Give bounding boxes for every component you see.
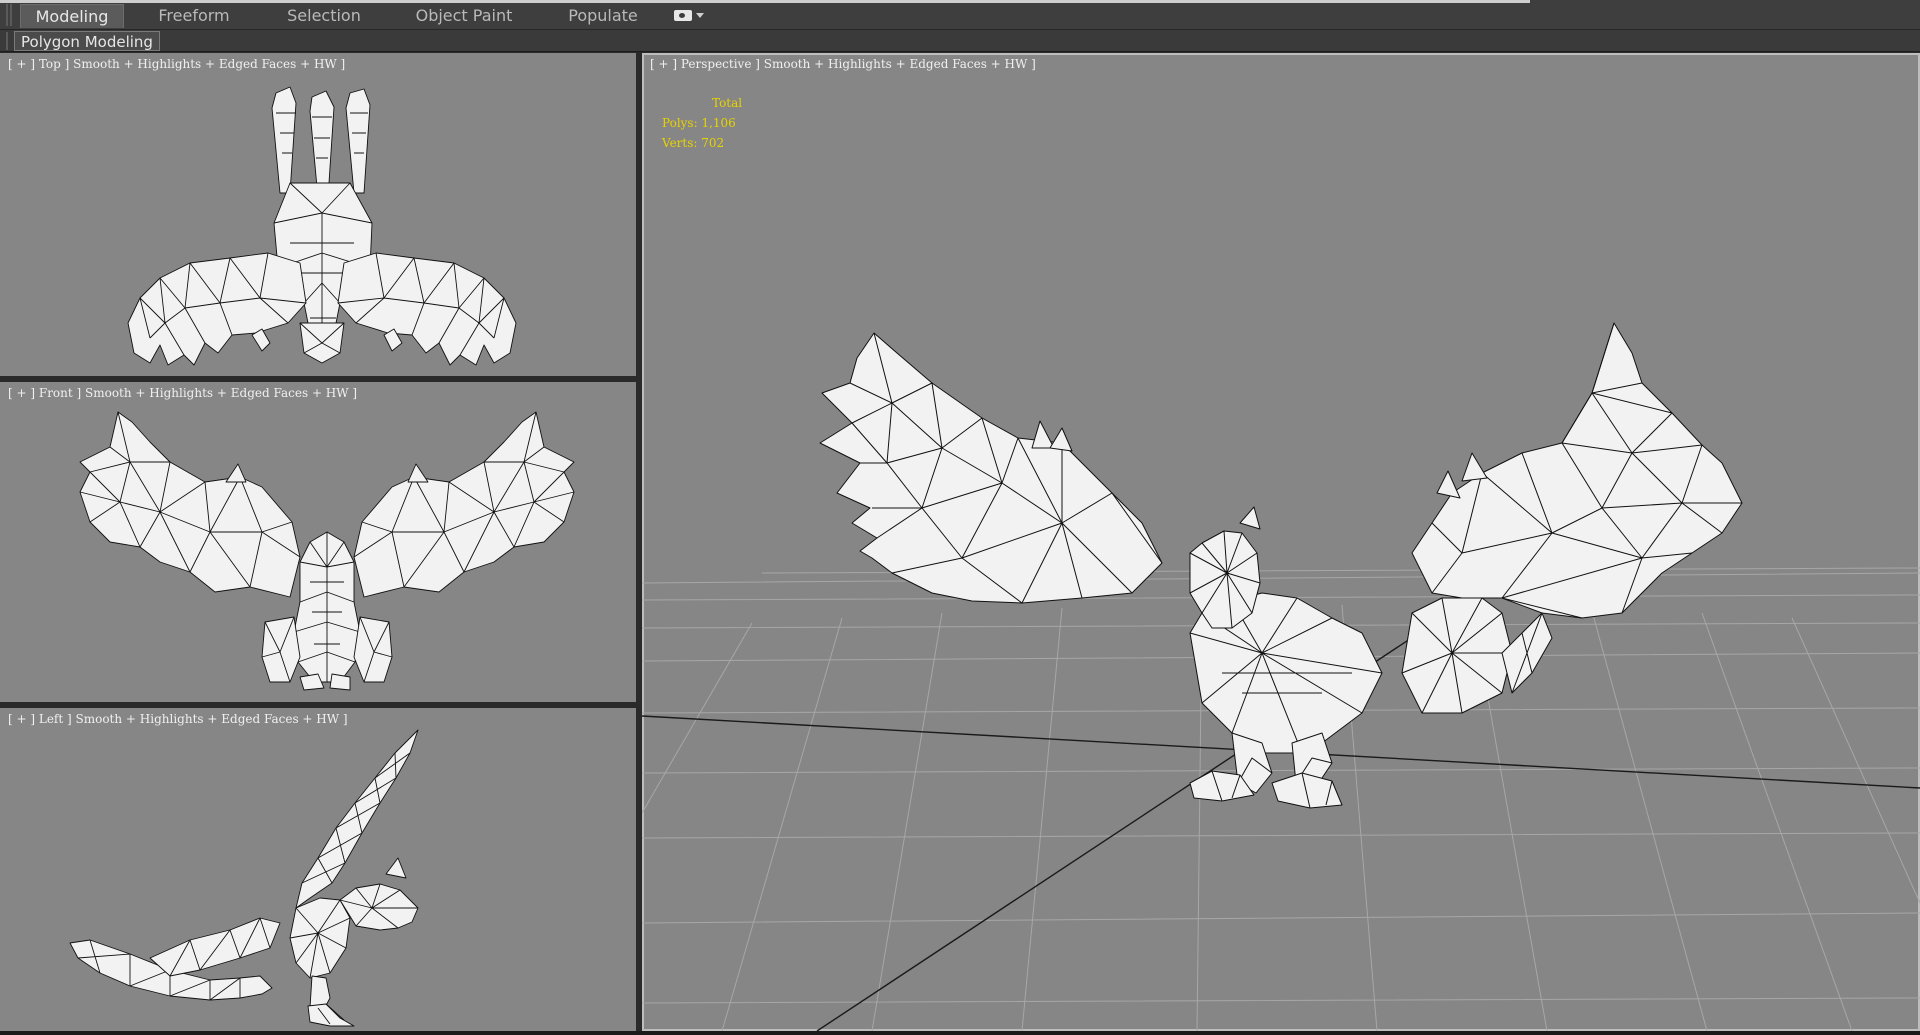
tab-object-paint[interactable]: Object Paint: [404, 4, 524, 28]
polygon-modeling-tab[interactable]: Polygon Modeling: [14, 31, 160, 51]
left-view-mesh: [69, 729, 419, 1027]
tab-freeform[interactable]: Freeform: [140, 4, 248, 28]
eagle-mesh: [819, 322, 1743, 809]
top-view-mesh: [127, 86, 517, 366]
ribbon-panel-bar: Polygon Modeling: [0, 30, 1920, 52]
perspective-scene: [642, 322, 1920, 1031]
camera-icon: [674, 10, 692, 21]
ribbon-options-dropdown[interactable]: [672, 8, 706, 24]
tab-selection[interactable]: Selection: [272, 4, 376, 28]
panel-grip[interactable]: [6, 32, 10, 50]
viewport-perspective[interactable]: [ + ] Perspective ] Smooth + Highlights …: [642, 53, 1920, 1031]
ribbon-top-line: [0, 0, 1530, 3]
viewport-top[interactable]: [ + ] Top ] Smooth + Highlights + Edged …: [0, 53, 636, 376]
viewport-splitter-top[interactable]: [0, 376, 636, 382]
chevron-down-icon: [696, 13, 704, 18]
bottom-edge: [0, 1031, 1920, 1035]
ribbon-grip[interactable]: [6, 4, 12, 26]
front-view-mesh: [79, 411, 575, 691]
ribbon-tab-bar: Modeling Freeform Selection Object Paint…: [0, 0, 1920, 30]
tab-modeling[interactable]: Modeling: [20, 4, 124, 28]
viewport-left[interactable]: [ + ] Left ] Smooth + Highlights + Edged…: [0, 708, 636, 1031]
viewport-splitter-bottom[interactable]: [0, 702, 636, 708]
tab-populate[interactable]: Populate: [558, 4, 648, 28]
viewport-front[interactable]: [ + ] Front ] Smooth + Highlights + Edge…: [0, 382, 636, 702]
